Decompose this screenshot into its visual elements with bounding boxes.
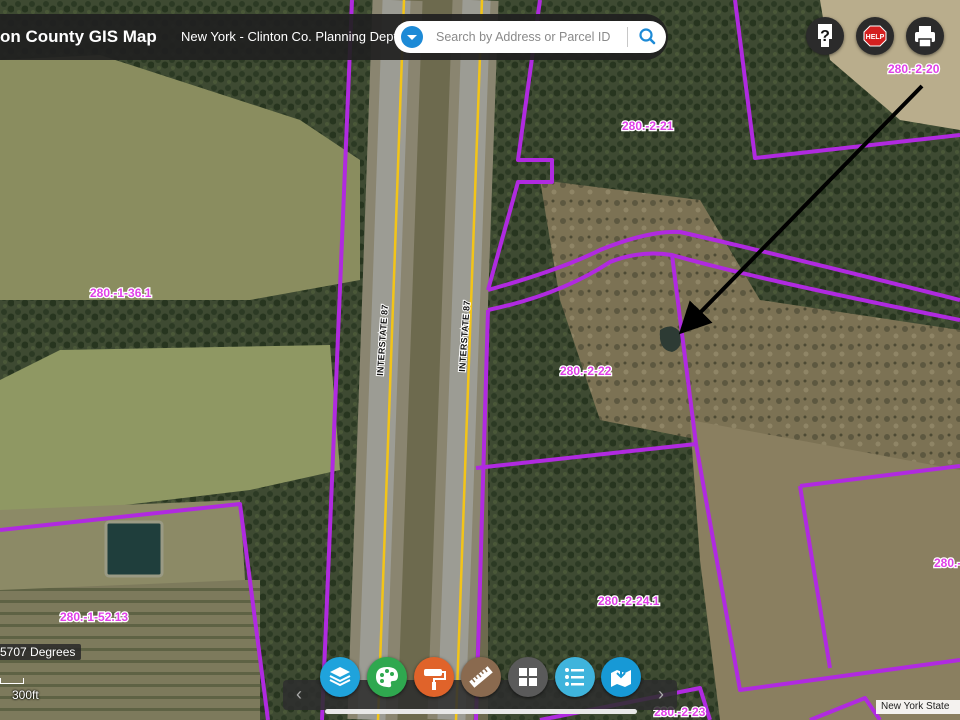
toolbar-prev-button[interactable]: ‹ xyxy=(285,680,313,710)
help-stop-sign-icon: HELP xyxy=(863,25,887,47)
pond xyxy=(104,520,164,578)
print-button[interactable] xyxy=(906,17,944,55)
parcel-label: 280.-1-36.1 xyxy=(90,286,152,300)
measure-tool-button[interactable] xyxy=(461,657,501,697)
parcel-label: 280.-1-52.13 xyxy=(60,610,128,624)
list-icon xyxy=(565,668,584,686)
help-sign-button[interactable]: HELP xyxy=(856,17,894,55)
help-button[interactable]: ? xyxy=(806,17,844,55)
layers-tool-button[interactable] xyxy=(320,657,360,697)
parcel-label: 280.-2-20 xyxy=(888,62,940,76)
parcel-label: 280.-2-24.1 xyxy=(598,594,660,608)
draw-tool-button[interactable] xyxy=(414,657,454,697)
widgets-tool-button[interactable] xyxy=(508,657,548,697)
palette-icon xyxy=(376,667,398,688)
scale-bar xyxy=(0,678,24,684)
search-icon xyxy=(639,28,656,45)
ruler-icon xyxy=(469,666,493,688)
search-box xyxy=(394,21,666,53)
toolbar-next-button[interactable]: › xyxy=(647,680,675,710)
chevron-left-icon: ‹ xyxy=(296,684,302,704)
layers-icon xyxy=(329,667,351,687)
grid-icon xyxy=(519,668,537,686)
aerial-map[interactable]: INTERSTATE 87 INTERSTATE 87 280.-2-20 28… xyxy=(0,0,960,720)
paint-roller-icon xyxy=(424,669,446,690)
wetland-southeast xyxy=(690,420,960,720)
svg-text:?: ? xyxy=(820,28,830,45)
export-tool-button[interactable] xyxy=(601,657,641,697)
printer-icon xyxy=(915,26,935,48)
toolbar-scrollbar[interactable] xyxy=(325,709,637,714)
parcel-label: 280.-2 xyxy=(934,556,960,570)
chevron-down-icon xyxy=(401,26,423,48)
app-title: on County GIS Map xyxy=(0,27,157,46)
search-type-dropdown[interactable] xyxy=(400,25,424,49)
scale-distance: 300ft xyxy=(12,688,39,702)
question-mark-icon: ? xyxy=(818,24,832,47)
map-attribution: New York State xyxy=(876,700,960,714)
basemap-tool-button[interactable] xyxy=(367,657,407,697)
legend-tool-button[interactable] xyxy=(555,657,595,697)
search-divider xyxy=(627,27,628,47)
parcel-label: 280.-2-21 xyxy=(622,119,674,133)
parcel-label: 280.-2-22 xyxy=(560,364,612,378)
app-subtitle: New York - Clinton Co. Planning Dept. xyxy=(181,29,401,44)
chevron-right-icon: › xyxy=(658,684,664,704)
svg-text:HELP: HELP xyxy=(866,34,885,41)
search-button[interactable] xyxy=(634,25,660,49)
coordinates-readout: 5707 Degrees xyxy=(0,644,82,660)
search-input[interactable] xyxy=(436,26,634,48)
app-header: on County GIS Map New York - Clinton Co.… xyxy=(0,14,668,60)
map-export-icon xyxy=(611,666,631,687)
